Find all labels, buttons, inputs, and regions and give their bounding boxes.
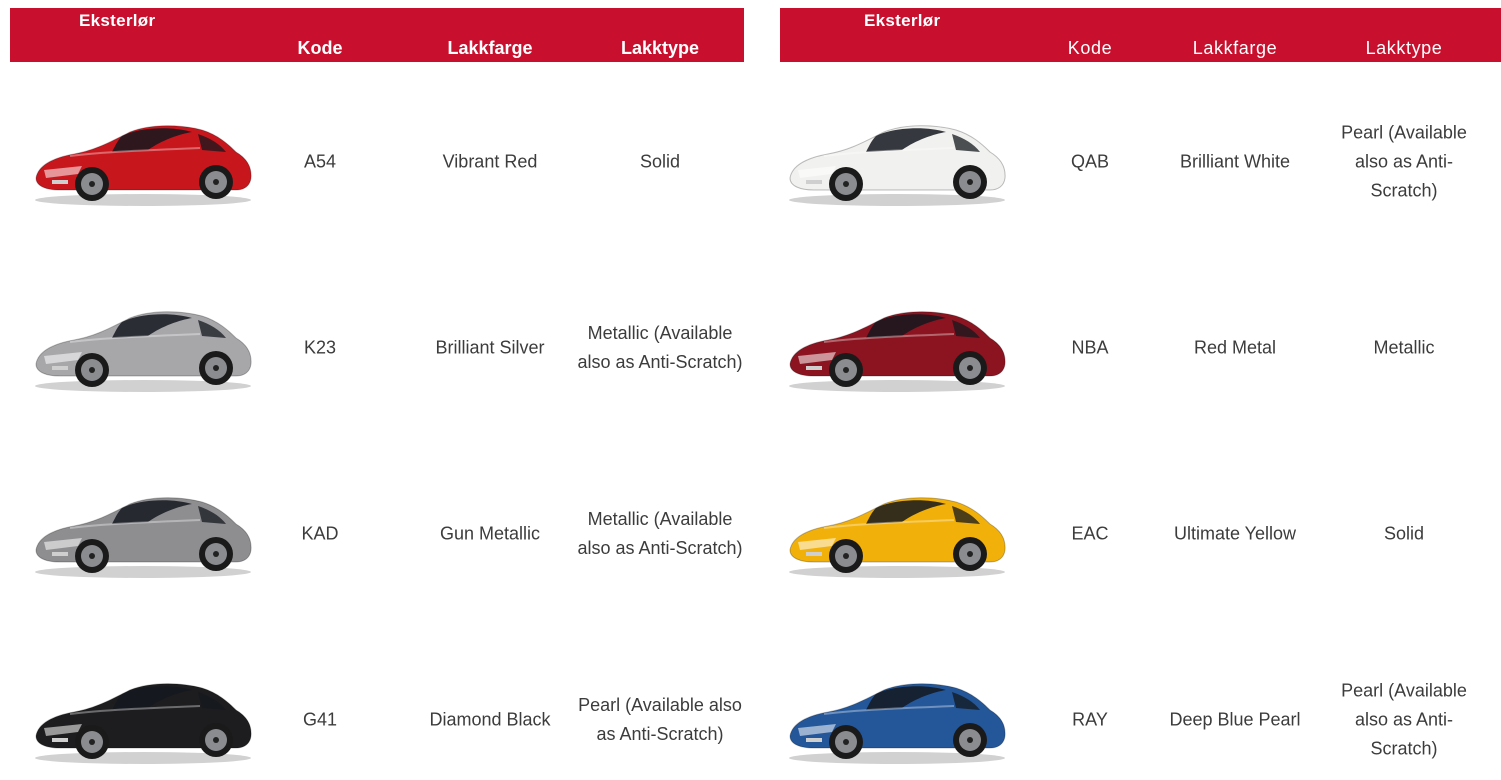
cell-color: Brilliant Silver (435, 337, 545, 358)
cell-color: Ultimate Yellow (1173, 523, 1297, 544)
table-row: QAB Brilliant White Pearl (Available also … (780, 102, 1501, 222)
cell-type: Solid (639, 151, 681, 172)
silver-car-image (30, 308, 256, 394)
yellow-car-image (784, 494, 1010, 580)
cell-code: QAB (1070, 151, 1109, 172)
header-type: Lakktype (1365, 38, 1443, 58)
table-row: G41 Diamond Black Pearl (Available also as… (10, 660, 744, 780)
cell-code: KAD (301, 523, 339, 544)
black-car-image (30, 680, 256, 766)
cell-color: Gun Metallic (439, 523, 541, 544)
header-title: Eksterlør (864, 11, 941, 30)
header-color: Lakkfarge (1192, 38, 1278, 58)
color-table-right: Eksterlør Kode Lakkfarge Lakktype QAB Bri… (780, 8, 1501, 764)
cell-color: Vibrant Red (442, 151, 538, 172)
cell-type: Metallic (Available also as Anti-Scratch… (577, 323, 743, 372)
table-header: Eksterlør Kode Lakkfarge Lakktype (780, 8, 1501, 62)
cell-type: Metallic (1373, 337, 1435, 358)
cell-color: Brilliant White (1179, 151, 1291, 172)
white-car-image (784, 122, 1010, 208)
blue-car-image (784, 680, 1010, 766)
cell-color: Diamond Black (429, 709, 551, 730)
cell-code: K23 (303, 337, 337, 358)
header-title: Eksterlør (79, 11, 156, 30)
red-metal-car-image (784, 308, 1010, 394)
table-row: RAY Deep Blue Pearl Pearl (Available also … (780, 660, 1501, 780)
cell-type: Pearl (Available also as Anti-Scratch) (1341, 122, 1467, 201)
header-code: Kode (297, 38, 343, 58)
table-row: A54 Vibrant Red Solid (10, 102, 744, 222)
table-row: K23 Brilliant Silver Metallic (Available a… (10, 288, 744, 408)
cell-code: RAY (1072, 709, 1108, 730)
table-row: EAC Ultimate Yellow Solid (780, 474, 1501, 594)
cell-code: G41 (302, 709, 338, 730)
header-type: Lakktype (620, 38, 700, 58)
red-car-image (30, 122, 256, 208)
gun-metallic-car-image (30, 494, 256, 580)
color-table-left: Eksterlør Kode Lakkfarge Lakktype A54 Vib… (10, 8, 744, 764)
table-row: NBA Red Metal Metallic (780, 288, 1501, 408)
cell-color: Red Metal (1193, 337, 1277, 358)
cell-code: A54 (303, 151, 337, 172)
header-code: Kode (1067, 38, 1113, 58)
cell-type: Pearl (Available also as Anti-Scratch) (578, 695, 742, 744)
cell-code: NBA (1071, 337, 1109, 358)
cell-code: EAC (1071, 523, 1109, 544)
cell-type: Solid (1383, 523, 1425, 544)
header-color: Lakkfarge (447, 38, 533, 58)
cell-color: Deep Blue Pearl (1169, 709, 1301, 730)
table-row: KAD Gun Metallic Metallic (Available also … (10, 474, 744, 594)
table-header: Eksterlør Kode Lakkfarge Lakktype (10, 8, 744, 62)
cell-type: Metallic (Available also as Anti-Scratch… (577, 509, 743, 558)
cell-type: Pearl (Available also as Anti-Scratch) (1341, 680, 1467, 759)
